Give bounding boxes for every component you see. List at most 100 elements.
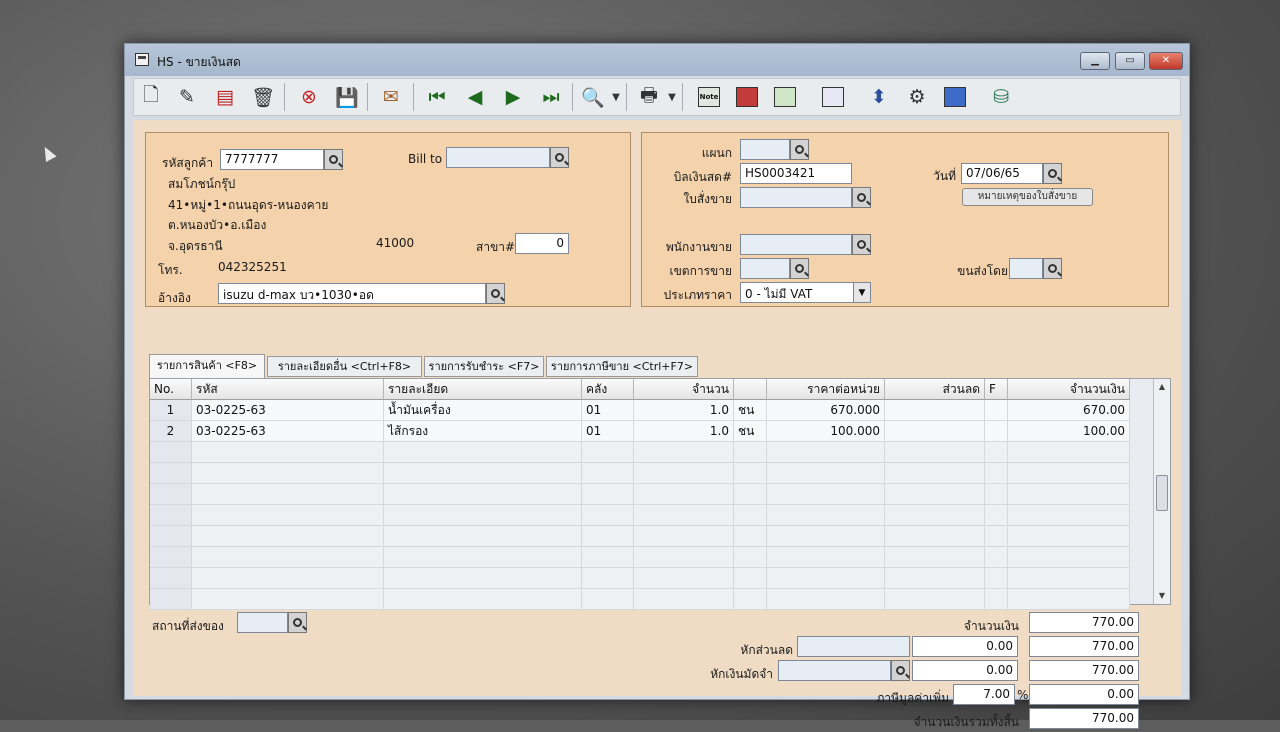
reference-field[interactable]: isuzu d-max บว•1030•อด [218,283,486,304]
delivery-place-field[interactable] [237,612,288,633]
table-cell[interactable] [767,463,885,484]
table-cell[interactable] [985,442,1008,463]
table-cell[interactable] [150,463,192,484]
table-cell[interactable] [150,484,192,505]
customer-search-button[interactable] [324,149,343,170]
table-cell[interactable] [634,589,734,610]
table-cell[interactable] [734,568,767,589]
order-note-button[interactable]: หมายเหตุของใบสั่งขาย [962,188,1093,206]
table-cell[interactable] [767,442,885,463]
table-cell[interactable] [634,484,734,505]
new-button[interactable]: 🗋 [136,83,166,111]
table-cell[interactable]: 100.00 [1008,421,1130,442]
ok-button[interactable] [940,83,970,111]
table-cell[interactable] [767,484,885,505]
salesperson-field[interactable] [740,234,852,255]
table-cell[interactable]: 670.000 [767,400,885,421]
table-cell[interactable] [1008,547,1130,568]
header-col-discount[interactable]: ส่วนลด [885,379,985,400]
table-cell[interactable] [192,547,384,568]
department-field[interactable] [740,139,790,160]
table-cell[interactable] [1008,463,1130,484]
table-cell[interactable]: 1.0 [634,421,734,442]
customer-code-field[interactable]: 7777777 [220,149,324,170]
bill-to-field[interactable] [446,147,550,168]
table-cell[interactable] [384,526,582,547]
tab-product-items[interactable]: รายการสินค้า <F8> [149,354,265,378]
table-cell[interactable]: 2 [150,421,192,442]
header-col-amount[interactable]: จำนวนเงิน [1008,379,1130,400]
table-cell[interactable] [734,547,767,568]
table-cell[interactable] [192,505,384,526]
find-button[interactable]: 🔍 [578,83,608,111]
table-cell[interactable] [582,463,634,484]
table-cell[interactable] [885,547,985,568]
cancel-document-button[interactable]: ▤ [210,83,240,111]
table-cell[interactable] [582,484,634,505]
table-cell[interactable]: 01 [582,400,634,421]
table-cell[interactable]: 670.00 [1008,400,1130,421]
table-cell[interactable] [885,442,985,463]
sales-area-search-button[interactable] [790,258,809,279]
header-col-unit-price[interactable]: ราคาต่อหน่วย [767,379,885,400]
table-cell[interactable] [734,505,767,526]
deposit-text-field[interactable] [778,660,891,681]
date-picker-button[interactable] [1043,163,1062,184]
table-cell[interactable] [767,547,885,568]
edit-button[interactable]: ✎ [172,83,202,111]
previous-record-button[interactable]: ◀ [460,83,490,111]
delete-button[interactable]: 🗑 [248,83,278,111]
table-cell[interactable] [885,421,985,442]
sales-order-field[interactable] [740,187,852,208]
table-cell[interactable]: ไส้กรอง [384,421,582,442]
table-cell[interactable] [150,505,192,526]
table-cell[interactable]: 100.000 [767,421,885,442]
department-search-button[interactable] [790,139,809,160]
table-cell[interactable] [985,463,1008,484]
table-cell[interactable] [582,442,634,463]
table-cell[interactable] [985,589,1008,610]
date-field[interactable]: 07/06/65 [961,163,1043,184]
table-cell[interactable] [734,526,767,547]
table-cell[interactable] [634,442,734,463]
bill-number-field[interactable]: HS0003421 [740,163,852,184]
table-cell[interactable] [634,505,734,526]
table-cell[interactable] [985,400,1008,421]
last-record-button[interactable]: ⏭ [536,83,566,111]
table-cell[interactable] [985,484,1008,505]
header-col-flag[interactable]: F [985,379,1008,400]
save-button[interactable]: 💾 [332,83,362,111]
table-cell[interactable] [734,484,767,505]
discount-text-field[interactable] [797,636,910,657]
table-cell[interactable] [1008,526,1130,547]
table-cell[interactable] [767,568,885,589]
ship-by-field[interactable] [1009,258,1043,279]
table-cell[interactable] [582,547,634,568]
bill-to-search-button[interactable] [550,147,569,168]
salesperson-search-button[interactable] [852,234,871,255]
table-cell[interactable] [985,505,1008,526]
header-col-unit[interactable] [734,379,767,400]
cancel-button[interactable]: ⊗ [294,83,324,111]
table-cell[interactable] [582,526,634,547]
reference-search-button[interactable] [486,283,505,304]
tab-payment-items[interactable]: รายการรับชำระ <F7> [424,356,544,377]
header-col-warehouse[interactable]: คลัง [582,379,634,400]
scroll-down-icon[interactable]: ▼ [1154,588,1170,604]
table-cell[interactable] [1008,568,1130,589]
table-cell[interactable]: ชน [734,400,767,421]
table-cell[interactable]: น้ำมันเครื่อง [384,400,582,421]
grid-vertical-scrollbar[interactable]: ▲ ▼ [1153,379,1170,604]
table-cell[interactable] [885,526,985,547]
first-record-button[interactable]: ⏮ [422,83,452,111]
table-cell[interactable] [1008,505,1130,526]
table-cell[interactable] [192,484,384,505]
table-cell[interactable]: ชน [734,421,767,442]
table-cell[interactable] [150,589,192,610]
table-cell[interactable] [767,505,885,526]
branch-field[interactable]: 0 [515,233,569,254]
sales-area-field[interactable] [740,258,790,279]
ship-by-search-button[interactable] [1043,258,1062,279]
table-cell[interactable] [634,568,734,589]
table-cell[interactable]: 1 [150,400,192,421]
